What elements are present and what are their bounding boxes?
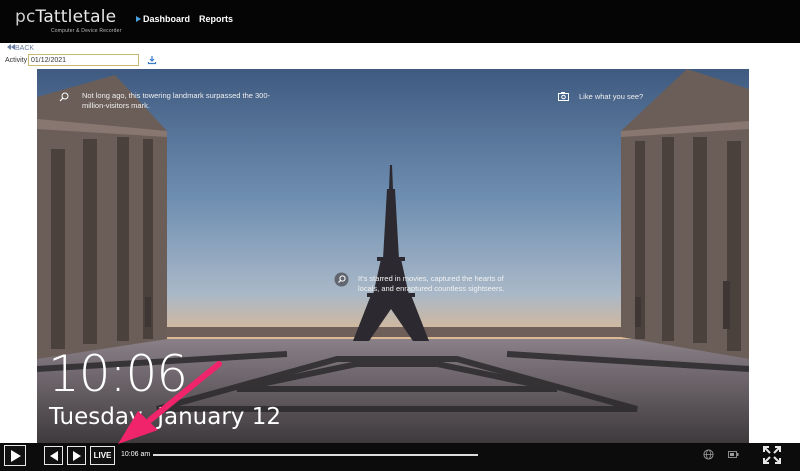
top-bar: pcTattletale Computer & Device Recorder … bbox=[0, 0, 800, 43]
player-controls: LIVE 10:06 am bbox=[0, 443, 800, 471]
progress-bar[interactable] bbox=[153, 454, 478, 456]
search-icon[interactable] bbox=[334, 272, 349, 287]
logo-name: Tattletale bbox=[35, 7, 117, 27]
play-button[interactable] bbox=[4, 445, 26, 466]
play-icon bbox=[11, 450, 21, 462]
nav-dashboard[interactable]: Dashboard bbox=[136, 14, 190, 24]
activity-date-input[interactable] bbox=[28, 54, 139, 66]
like-what-you-see-link[interactable]: Like what you see? bbox=[579, 92, 643, 101]
globe-icon bbox=[703, 449, 714, 460]
nav-dashboard-label: Dashboard bbox=[143, 14, 191, 24]
screenshot-viewer: Not long ago, this towering landmark sur… bbox=[37, 69, 749, 443]
battery-icon bbox=[728, 451, 739, 458]
fullscreen-icon[interactable] bbox=[761, 444, 783, 466]
logo-tagline: Computer & Device Recorder bbox=[51, 28, 122, 34]
next-icon bbox=[73, 451, 81, 461]
nav-reports[interactable]: Reports bbox=[199, 14, 233, 24]
current-time: 10:06 am bbox=[121, 451, 151, 458]
search-icon bbox=[59, 92, 69, 102]
lockscreen-caption: It's starred in movies, captured the hea… bbox=[358, 274, 505, 293]
logo-prefix: pc bbox=[15, 7, 36, 27]
next-button[interactable] bbox=[67, 446, 86, 465]
lockscreen-date: Tuesday, January 12 bbox=[49, 404, 281, 430]
lockscreen-fact: Not long ago, this towering landmark sur… bbox=[82, 91, 271, 110]
live-button[interactable]: LIVE bbox=[90, 446, 115, 465]
nav-reports-label: Reports bbox=[199, 14, 234, 24]
back-link[interactable]: BACK bbox=[7, 44, 34, 52]
previous-icon bbox=[50, 451, 58, 461]
nav-arrow-icon bbox=[136, 16, 141, 22]
back-label: BACK bbox=[15, 45, 35, 52]
camera-icon[interactable] bbox=[558, 91, 569, 101]
app-logo[interactable]: pcTattletale Computer & Device Recorder bbox=[15, 7, 121, 34]
lockscreen-clock: 10:06 bbox=[48, 345, 188, 403]
download-icon[interactable] bbox=[147, 55, 157, 65]
previous-button[interactable] bbox=[44, 446, 63, 465]
